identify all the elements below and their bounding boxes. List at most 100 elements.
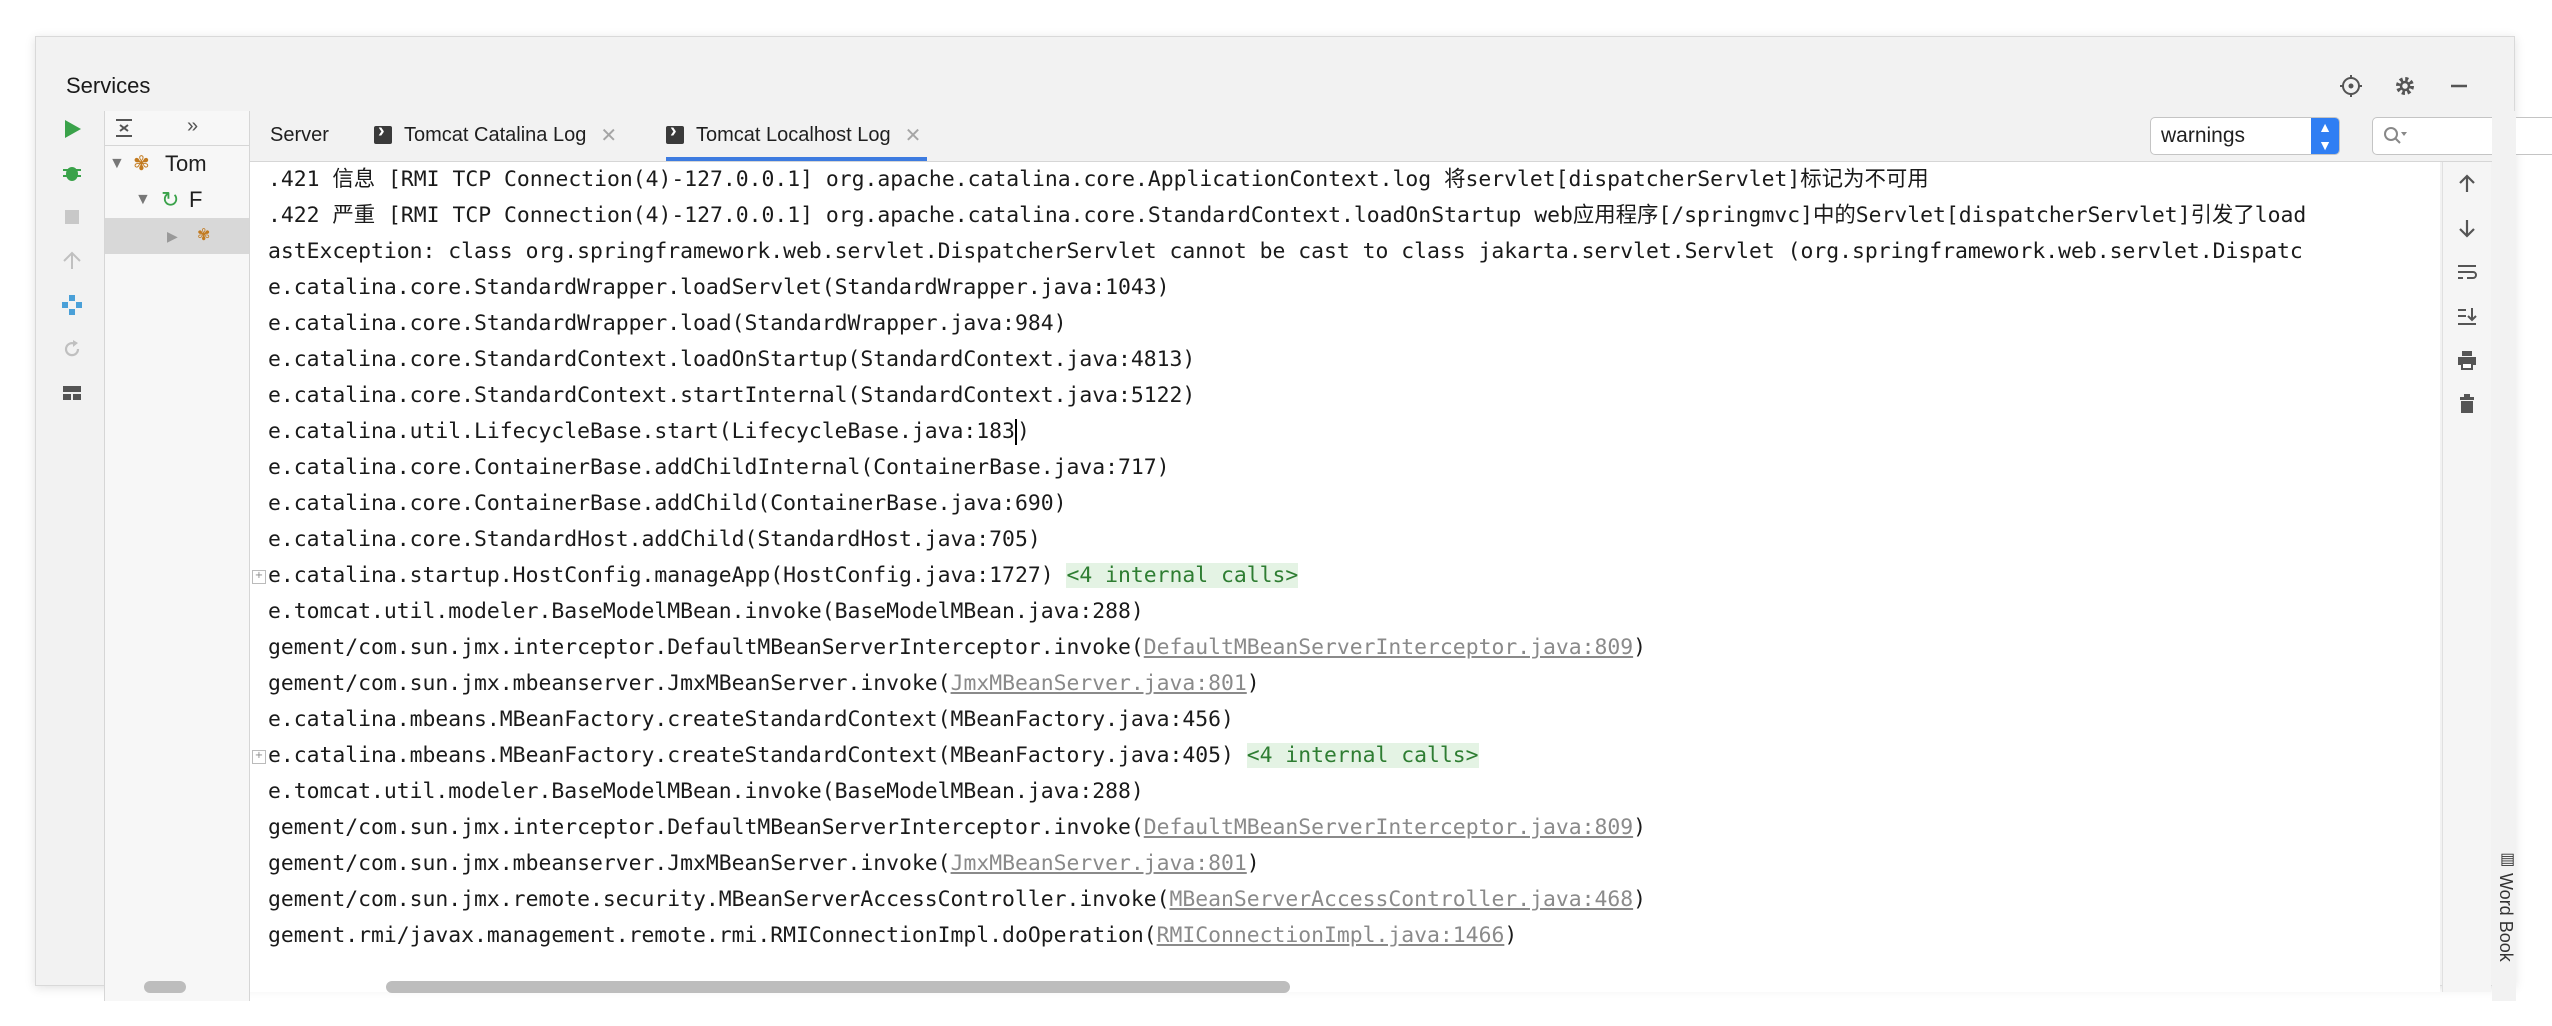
tab-label: Tomcat Catalina Log: [404, 123, 587, 146]
log-line: e.catalina.core.StandardContext.loadOnSt…: [268, 342, 1195, 378]
log-text: gement/com.sun.jmx.remote.security.MBean…: [268, 887, 1170, 912]
log-line: .422 严重 [RMI TCP Connection(4)-127.0.0.1…: [268, 198, 2306, 234]
expand-arrow-icon[interactable]: ▼: [135, 182, 151, 218]
internal-calls-toggle[interactable]: <4 internal calls>: [1066, 563, 1299, 588]
tree-item-running[interactable]: ▼ ↻ F: [105, 182, 249, 218]
collapse-all-icon[interactable]: [113, 117, 135, 144]
log-line: e.catalina.mbeans.MBeanFactory.createSta…: [268, 702, 1234, 738]
artifact-icon: ✾: [197, 227, 211, 244]
log-line: gement/com.sun.jmx.mbeanserver.JmxMBeanS…: [268, 846, 1260, 882]
source-link[interactable]: JmxMBeanServer.java:801: [951, 851, 1247, 876]
expand-arrow-icon[interactable]: ▼: [109, 146, 125, 182]
source-link[interactable]: MBeanServerAccessController.java:468: [1169, 887, 1633, 912]
console-icon: [374, 120, 392, 144]
minimize-icon[interactable]: [2444, 71, 2474, 101]
log-line: e.catalina.core.ContainerBase.addChildIn…: [268, 450, 1169, 486]
log-text: e.catalina.util.LifecycleBase.start(Life…: [268, 419, 1015, 444]
log-line: e.catalina.core.StandardWrapper.loadServ…: [268, 270, 1169, 306]
source-link[interactable]: RMIConnectionImpl.java:1466: [1157, 923, 1505, 948]
log-text-suffix: ): [1633, 887, 1646, 912]
log-text: gement/com.sun.jmx.interceptor.DefaultMB…: [268, 635, 1144, 660]
close-icon[interactable]: ✕: [600, 123, 617, 148]
tree-item-label: Tom: [165, 151, 207, 176]
tab-server[interactable]: Server: [270, 111, 329, 159]
services-toolbar: [54, 111, 90, 1001]
log-text: gement/com.sun.jmx.mbeanserver.JmxMBeanS…: [268, 671, 951, 696]
scroll-to-end-icon[interactable]: [2443, 294, 2491, 338]
log-text-suffix: ): [1246, 671, 1260, 696]
word-book-tab[interactable]: ▤ Word Book: [2492, 849, 2516, 989]
log-text: e.catalina.core.StandardWrapper.loadServ…: [268, 275, 1170, 300]
tab-catalina-log[interactable]: Tomcat Catalina Log ✕: [374, 111, 617, 159]
source-link[interactable]: JmxMBeanServer.java:801: [951, 671, 1247, 696]
close-icon[interactable]: ✕: [905, 123, 922, 148]
log-text: e.catalina.startup.HostConfig.manageApp(…: [268, 563, 1067, 588]
tab-label: Server: [270, 123, 329, 146]
log-line: e.catalina.util.LifecycleBase.start(Life…: [268, 414, 1030, 450]
more-icon[interactable]: »: [187, 115, 198, 138]
log-text: astException: class org.springframework.…: [268, 239, 2303, 264]
fold-expand-icon[interactable]: +: [252, 570, 266, 584]
run-icon[interactable]: [54, 111, 90, 147]
log-text: e.catalina.mbeans.MBeanFactory.createSta…: [268, 743, 1247, 768]
collapse-arrow-icon[interactable]: ▶: [167, 218, 178, 254]
log-text: e.catalina.mbeans.MBeanFactory.createSta…: [268, 707, 1234, 732]
gear-icon[interactable]: [2390, 71, 2420, 101]
trash-icon[interactable]: [2443, 382, 2491, 426]
log-text: e.catalina.core.ContainerBase.addChildIn…: [268, 455, 1170, 480]
arrow-up-icon[interactable]: [2443, 162, 2491, 206]
select-arrows-icon: ▲ ▼: [2311, 118, 2339, 154]
log-console[interactable]: .421 信息 [RMI TCP Connection(4)-127.0.0.1…: [250, 162, 2440, 992]
log-line: e.tomcat.util.modeler.BaseModelMBean.inv…: [268, 594, 1144, 630]
services-window: Services » ▼ ✾ Tom ▼ ↻ F ▶ ✾ Server › To…: [35, 36, 2552, 1001]
tab-label: Tomcat Localhost Log: [696, 123, 891, 146]
log-text-suffix: ): [1016, 419, 1030, 444]
refresh-green-icon: ↻: [161, 187, 180, 212]
stop-icon[interactable]: [54, 199, 90, 235]
internal-calls-toggle[interactable]: <4 internal calls>: [1246, 743, 1479, 768]
fold-expand-icon[interactable]: +: [252, 750, 266, 764]
log-text: e.catalina.core.StandardWrapper.load(Sta…: [268, 311, 1067, 336]
log-tabs: Server Tomcat Catalina Log ✕ Tomcat Loca…: [250, 111, 2552, 162]
refresh-icon[interactable]: [54, 331, 90, 367]
tree-item-artifact[interactable]: ▶ ✾: [105, 218, 249, 254]
soft-wrap-icon[interactable]: [2443, 250, 2491, 294]
log-text: e.tomcat.util.modeler.BaseModelMBean.inv…: [268, 599, 1144, 624]
crosshair-icon[interactable]: [2336, 71, 2366, 101]
deploy-icon[interactable]: [54, 243, 90, 279]
source-link[interactable]: DefaultMBeanServerInterceptor.java:809: [1144, 815, 1633, 840]
log-line: gement/com.sun.jmx.remote.security.MBean…: [268, 882, 1646, 918]
layout-icon[interactable]: [54, 375, 90, 411]
log-text: gement.rmi/javax.management.remote.rmi.R…: [268, 923, 1157, 948]
print-icon[interactable]: [2443, 338, 2491, 382]
log-line: astException: class org.springframework.…: [268, 234, 2303, 270]
search-input[interactable]: [2372, 117, 2552, 155]
console-icon: [666, 120, 684, 144]
select-value: warnings: [2161, 124, 2246, 147]
log-text: e.catalina.core.ContainerBase.addChild(C…: [268, 491, 1067, 516]
log-line: e.catalina.core.ContainerBase.addChild(C…: [268, 486, 1066, 522]
debug-icon[interactable]: [54, 155, 90, 191]
word-book-label: Word Book: [2496, 873, 2516, 962]
log-text: e.catalina.core.StandardHost.addChild(St…: [268, 527, 1041, 552]
search-icon: [2383, 126, 2407, 151]
log-text: gement/com.sun.jmx.mbeanserver.JmxMBeanS…: [268, 851, 951, 876]
log-line: gement/com.sun.jmx.interceptor.DefaultMB…: [268, 810, 1646, 846]
tomcat-icon: ✾: [133, 153, 150, 175]
log-level-select[interactable]: warnings ▲ ▼: [2150, 117, 2340, 155]
tab-localhost-log[interactable]: Tomcat Localhost Log ✕: [666, 111, 928, 161]
log-line: e.catalina.startup.HostConfig.manageApp(…: [268, 558, 1299, 594]
console-horizontal-scrollbar[interactable]: [386, 981, 1290, 993]
tree-item-label: F: [189, 187, 203, 212]
book-icon: ▤: [2498, 849, 2515, 868]
tree-item-tomcat[interactable]: ▼ ✾ Tom: [105, 146, 249, 182]
services-icon[interactable]: [54, 287, 90, 323]
arrow-down-icon[interactable]: [2443, 206, 2491, 250]
log-text: gement/com.sun.jmx.interceptor.DefaultMB…: [268, 815, 1144, 840]
log-text: e.catalina.core.StandardContext.loadOnSt…: [268, 347, 1196, 372]
source-link[interactable]: DefaultMBeanServerInterceptor.java:809: [1144, 635, 1633, 660]
tree-scrollbar[interactable]: [144, 981, 186, 993]
log-line: e.catalina.mbeans.MBeanFactory.createSta…: [268, 738, 1479, 774]
log-text-suffix: ): [1504, 923, 1518, 948]
log-line: e.catalina.core.StandardContext.startInt…: [268, 378, 1195, 414]
